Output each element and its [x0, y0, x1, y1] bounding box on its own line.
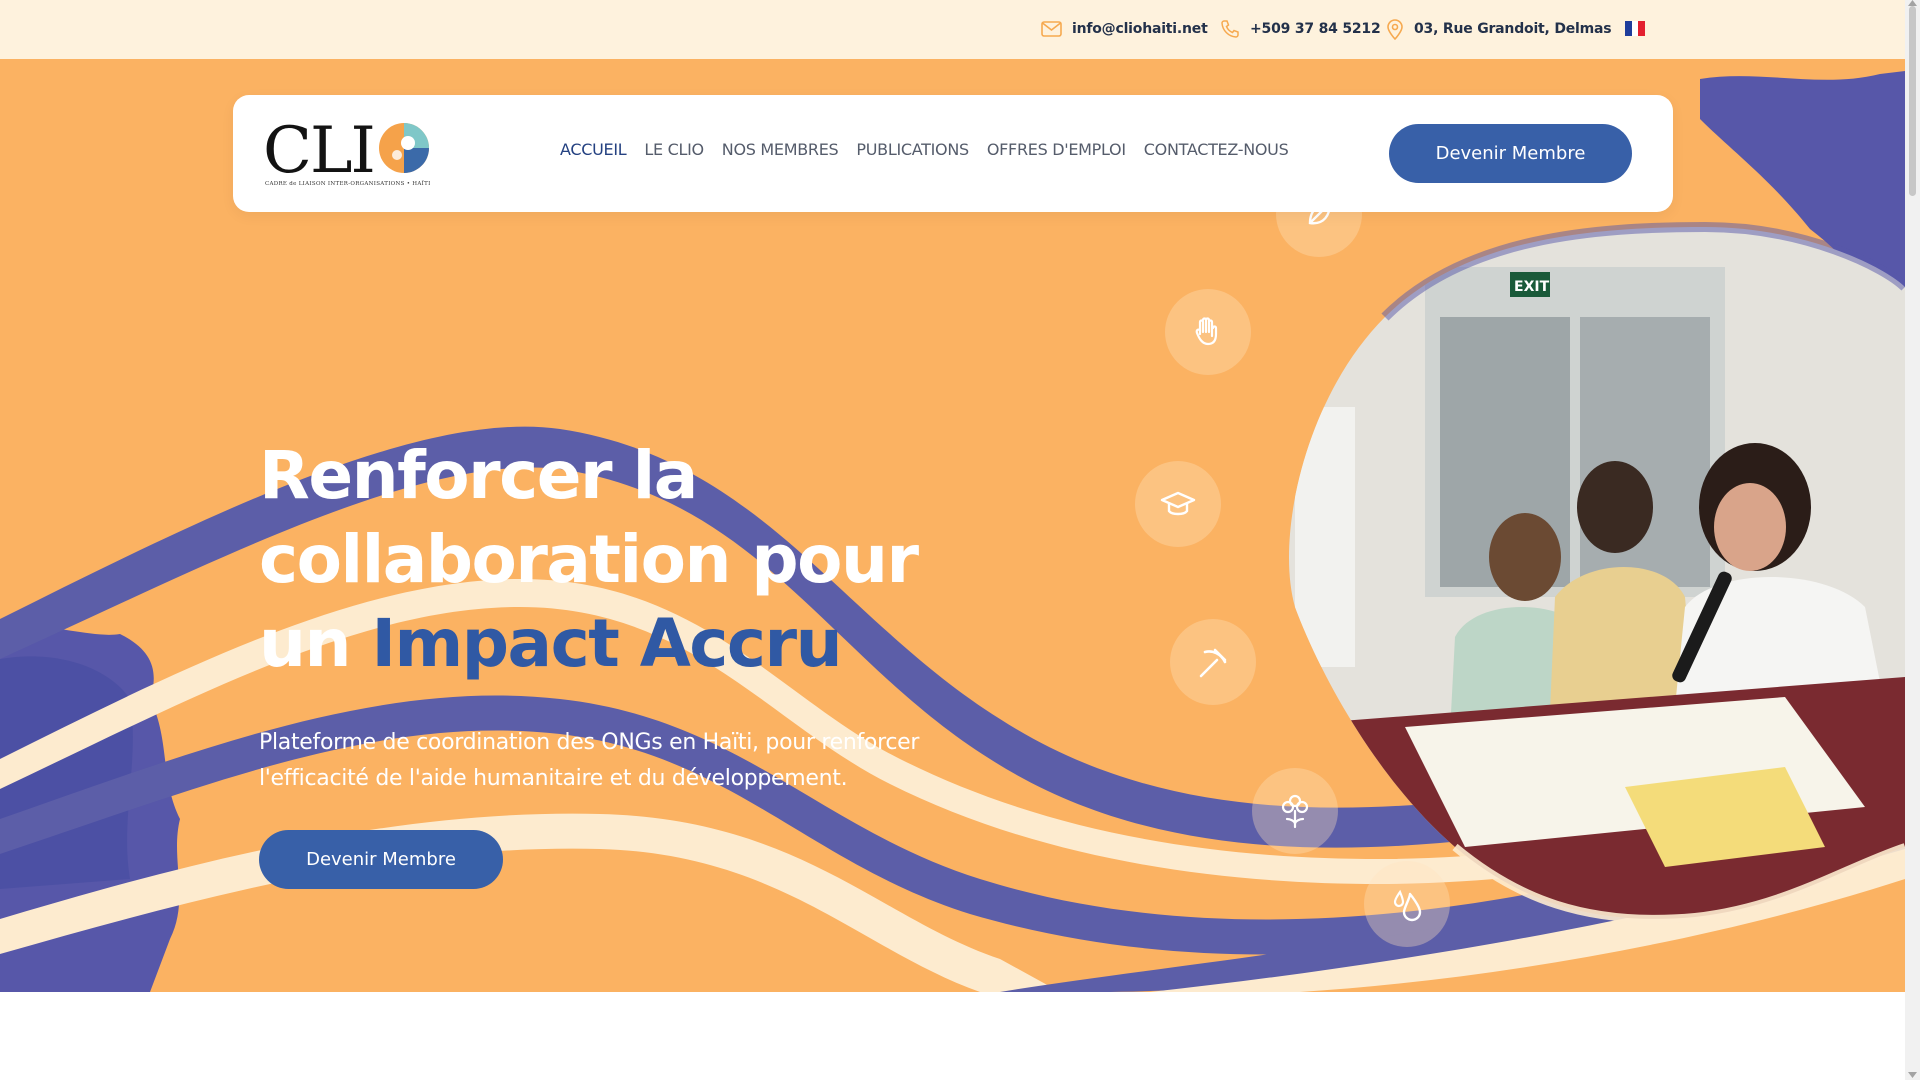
nav-item-nos-membres[interactable]: NOS MEMBRES [722, 140, 839, 159]
main-navigation: ACCUEIL LE CLIO NOS MEMBRES PUBLICATIONS… [560, 140, 1306, 159]
phone-icon [1221, 20, 1239, 38]
svg-text:EXIT: EXIT [1514, 279, 1550, 295]
logo-subtitle: CADRE de LIAISON INTER-ORGANISATIONS • H… [265, 181, 431, 187]
nav-item-le-clio[interactable]: LE CLIO [644, 140, 704, 159]
hero-headline: Renforcer la collaboration pour un Impac… [259, 434, 1019, 686]
scrollbar-thumb[interactable] [1909, 6, 1916, 196]
address-text: 03, Rue Grandoit, Delmas [1414, 21, 1612, 37]
mail-icon [1041, 21, 1062, 37]
phone-link[interactable]: +509 37 84 5212 [1220, 18, 1381, 40]
hand-icon [1165, 289, 1251, 375]
nav-item-accueil[interactable]: ACCUEIL [560, 140, 627, 159]
header-nav-card: CLI CADRE de LIAISON INTER-ORGANISATIONS… [233, 95, 1673, 212]
logo-emblem-icon [379, 123, 429, 173]
hero-become-member-button[interactable]: Devenir Membre [259, 830, 503, 889]
meeting-photo: EXIT [1289, 221, 1905, 923]
nav-item-contactez-nous[interactable]: CONTACTEZ-NOUS [1144, 140, 1289, 159]
top-contact-bar: info@cliohaiti.net +509 37 84 5212 03, R… [0, 0, 1905, 59]
email-text: info@cliohaiti.net [1072, 21, 1208, 37]
hero-subtitle: Plateforme de coordination des ONGs en H… [259, 730, 920, 791]
clio-logo[interactable]: CLI CADRE de LIAISON INTER-ORGANISATIONS… [263, 115, 443, 195]
nav-item-offres-emploi[interactable]: OFFRES D'EMPLOI [987, 140, 1126, 159]
graduation-cap-icon [1135, 461, 1221, 547]
logo-text: CLI [263, 114, 376, 188]
pickaxe-icon [1170, 619, 1256, 705]
phone-text: +509 37 84 5212 [1250, 21, 1381, 37]
header-become-member-button[interactable]: Devenir Membre [1389, 124, 1632, 183]
map-pin-icon [1387, 18, 1403, 40]
flower-icon [1252, 768, 1338, 854]
email-link[interactable]: info@cliohaiti.net [1041, 18, 1208, 40]
address-link[interactable]: 03, Rue Grandoit, Delmas [1386, 18, 1612, 40]
scroll-up-arrow-icon[interactable] [1908, 0, 1917, 6]
french-flag-icon[interactable] [1625, 21, 1646, 36]
water-drop-icon [1364, 861, 1450, 947]
headline-accent: Impact Accru [371, 605, 842, 682]
nav-item-publications[interactable]: PUBLICATIONS [856, 140, 969, 159]
scroll-down-arrow-icon[interactable] [1908, 1072, 1917, 1078]
